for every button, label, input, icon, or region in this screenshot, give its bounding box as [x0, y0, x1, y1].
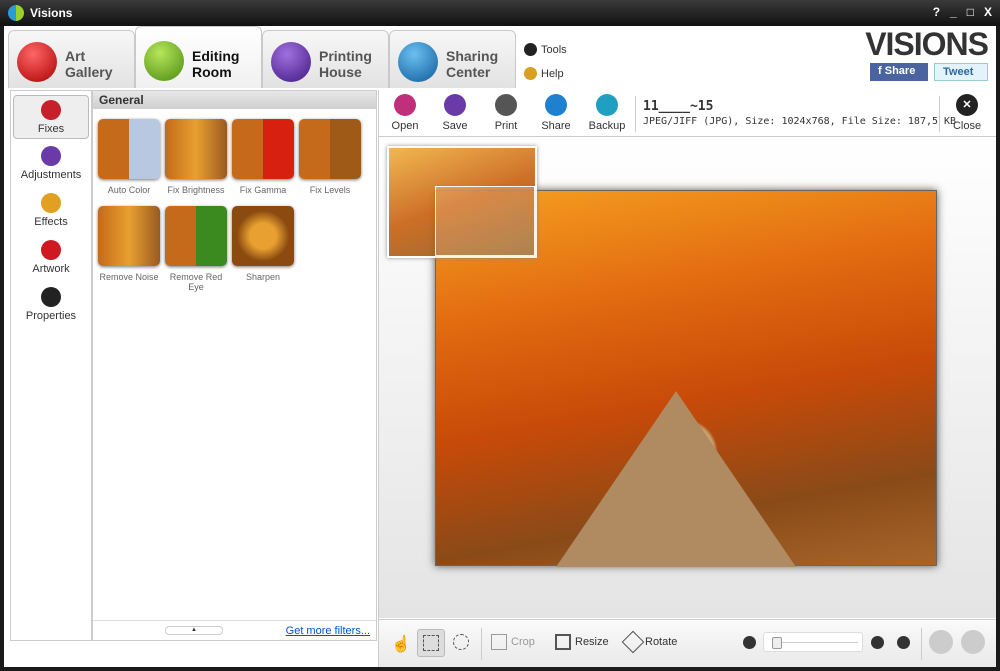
maximize-button[interactable]: □ — [967, 5, 974, 19]
document-icon — [41, 287, 61, 307]
viewport-rect[interactable] — [435, 186, 535, 256]
file-info: 11____~15 JPEG/JIFF (JPG), Size: 1024x768… — [643, 99, 956, 127]
title-bar: Visions ? _ □ X — [0, 0, 1000, 26]
brush-icon — [41, 193, 61, 213]
brand-logo: VISIONS — [865, 26, 989, 62]
rotate-icon — [621, 630, 645, 654]
window-title: Visions — [30, 6, 73, 20]
resize-button[interactable]: Resize — [555, 634, 609, 650]
help-window-button[interactable]: ? — [933, 5, 940, 19]
navigator-thumbnail[interactable] — [387, 146, 537, 258]
panel-scroll-handle[interactable]: ▲ — [165, 626, 223, 635]
crop-button[interactable]: Crop — [491, 634, 535, 650]
printer-icon — [495, 94, 517, 116]
filter-remove-noise[interactable]: Remove Noise — [96, 206, 162, 282]
hand-tool-icon[interactable]: ☝ — [391, 634, 411, 654]
list-icon — [524, 43, 537, 56]
zoom-slider[interactable] — [763, 632, 863, 652]
share-button[interactable]: Share — [534, 94, 578, 132]
editor-toolbar: Open Save Print Share Backup 11____~15 JP… — [379, 90, 996, 137]
undo-button[interactable] — [929, 630, 953, 654]
sidebar-item-fixes[interactable]: Fixes — [13, 95, 89, 139]
minimize-button[interactable]: _ — [950, 5, 957, 19]
gallery-icon — [17, 42, 57, 82]
app-window: Art Gallery Editing Room Printing House Sha… — [4, 26, 996, 667]
crop-icon — [491, 634, 507, 650]
tab-editing-room[interactable]: Editing Room — [135, 26, 262, 88]
tab-art-gallery[interactable]: Art Gallery — [8, 30, 135, 88]
resize-icon — [555, 634, 571, 650]
sidebar-item-properties[interactable]: Properties — [13, 283, 89, 327]
share-icon — [545, 94, 567, 116]
save-button[interactable]: Save — [433, 94, 477, 132]
print-button[interactable]: Print — [484, 94, 528, 132]
rotate-button[interactable]: Rotate — [621, 630, 677, 654]
sidebar-item-adjustments[interactable]: Adjustments — [13, 142, 89, 186]
close-window-button[interactable]: X — [984, 5, 992, 19]
filter-fix-gamma[interactable]: Fix Gamma — [230, 119, 296, 195]
image-canvas[interactable] — [379, 138, 996, 618]
rect-select-tool[interactable] — [417, 629, 445, 657]
sliders-icon — [41, 146, 61, 166]
tweet-button[interactable]: Tweet — [934, 63, 988, 81]
file-details: JPEG/JIFF (JPG), Size: 1024x768, File Si… — [643, 116, 957, 127]
zoom-out-icon[interactable] — [743, 636, 756, 649]
help-menu[interactable]: Help — [524, 67, 564, 80]
open-button[interactable]: Open — [383, 94, 427, 132]
question-icon — [524, 67, 537, 80]
file-name: 11____~15 — [643, 99, 714, 114]
tools-menu[interactable]: Tools — [524, 43, 567, 56]
facebook-share-button[interactable]: f Share — [870, 63, 928, 81]
filter-auto-color[interactable]: Auto Color — [96, 119, 162, 195]
print-page-icon — [271, 42, 311, 82]
open-icon — [394, 94, 416, 116]
filters-panel: General Auto Color Fix Brightness Fix Ga… — [92, 90, 377, 641]
get-more-filters-link[interactable]: Get more filters... — [286, 625, 370, 637]
save-icon — [444, 94, 466, 116]
filter-fix-levels[interactable]: Fix Levels — [297, 119, 363, 195]
ellipse-select-tool[interactable] — [453, 634, 469, 650]
palette-icon — [41, 240, 61, 260]
rect-select-icon — [423, 635, 439, 651]
magic-wand-icon — [41, 100, 61, 120]
editor-area: Open Save Print Share Backup 11____~15 JP… — [378, 90, 996, 667]
brush-icon — [144, 41, 184, 81]
filter-fix-brightness[interactable]: Fix Brightness — [163, 119, 229, 195]
close-icon: ✕ — [956, 94, 978, 116]
zoom-in-icon[interactable] — [871, 636, 884, 649]
fit-to-screen-icon[interactable] — [897, 636, 910, 649]
redo-button[interactable] — [961, 630, 985, 654]
sidebar: Fixes Adjustments Effects Artwork Proper… — [10, 90, 92, 641]
close-button[interactable]: ✕ Close — [945, 94, 989, 132]
filter-sharpen[interactable]: Sharpen — [230, 206, 296, 282]
tab-sharing-center[interactable]: Sharing Center — [389, 30, 516, 88]
sidebar-item-effects[interactable]: Effects — [13, 189, 89, 233]
bottom-toolbar: ☝ Crop Resize Rotate — [379, 619, 996, 667]
sidebar-item-artwork[interactable]: Artwork — [13, 236, 89, 280]
app-logo-icon — [8, 5, 24, 21]
tab-printing-house[interactable]: Printing House — [262, 30, 389, 88]
ellipse-select-icon — [453, 634, 469, 650]
zoom-slider-thumb[interactable] — [772, 637, 783, 649]
filters-header: General — [93, 91, 376, 109]
backup-button[interactable]: Backup — [585, 94, 629, 132]
backup-clock-icon — [596, 94, 618, 116]
filter-remove-red-eye[interactable]: Remove Red Eye — [163, 206, 229, 292]
share-arrows-icon — [398, 42, 438, 82]
